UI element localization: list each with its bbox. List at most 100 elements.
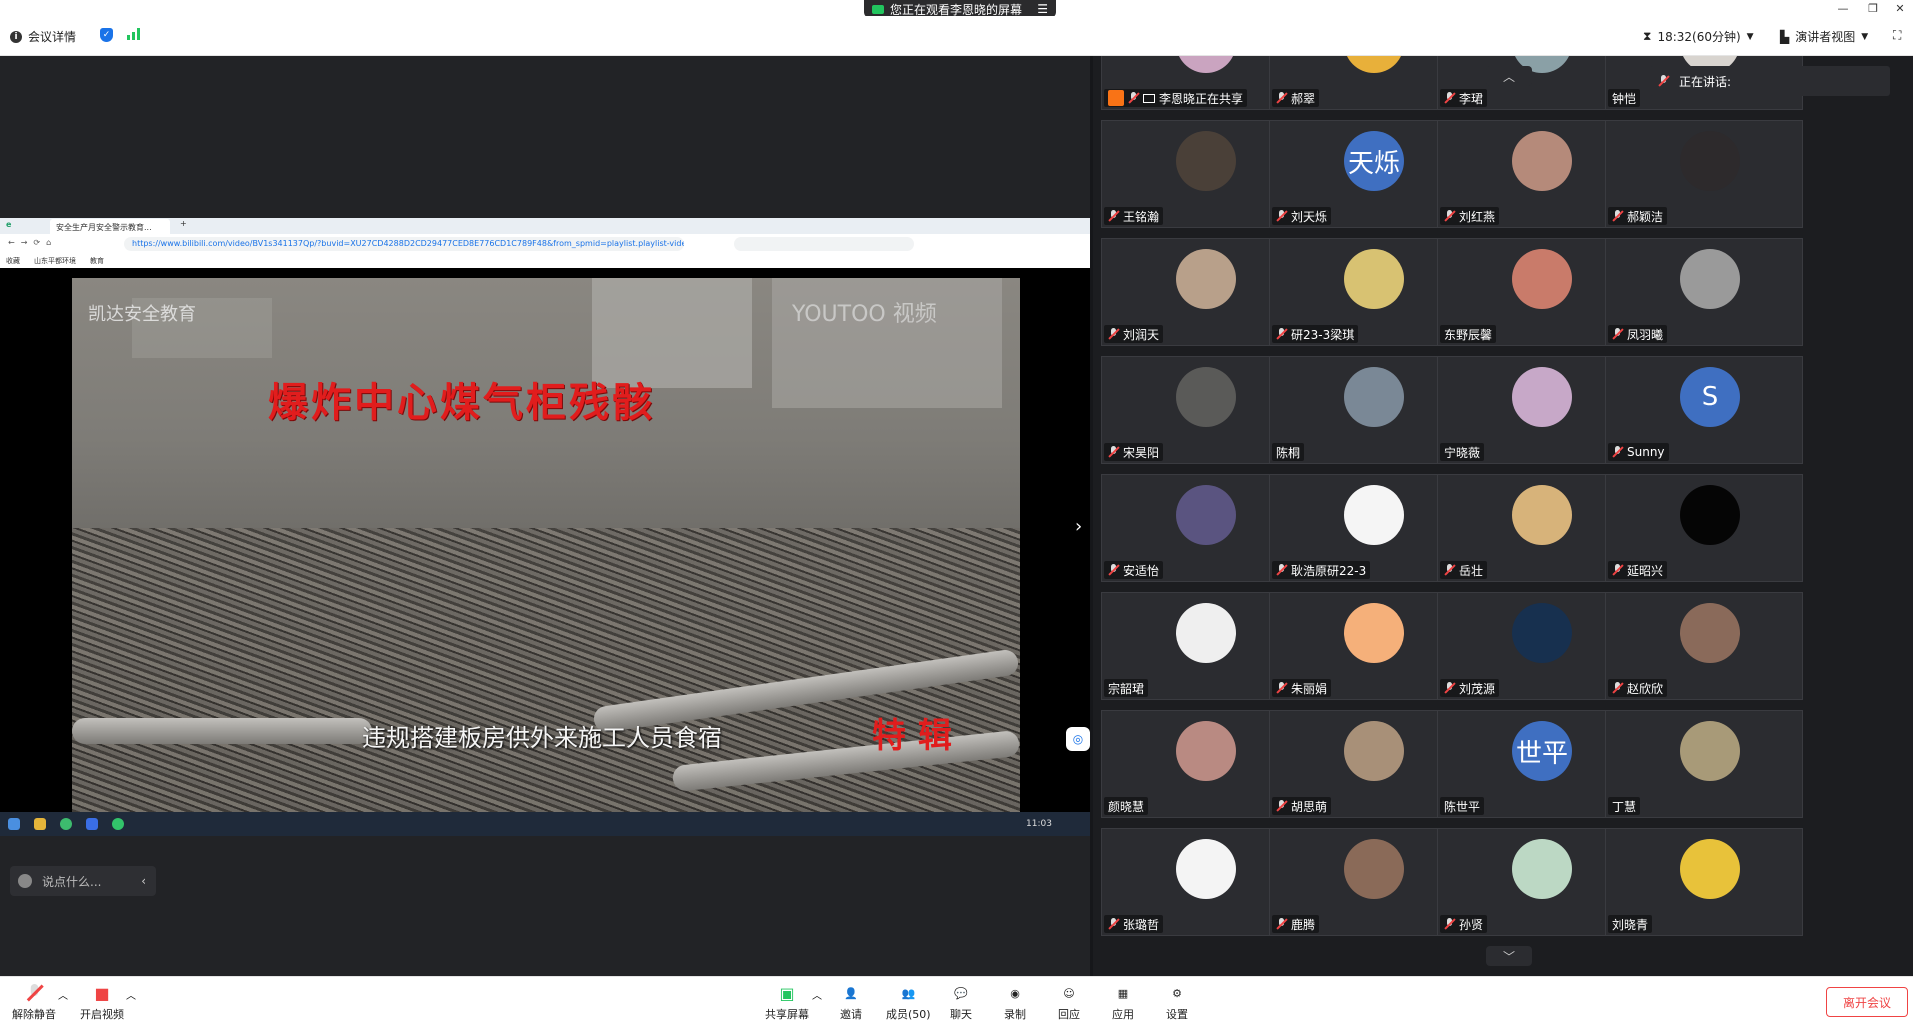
taskbar-clock: 11:03 <box>1026 819 1052 829</box>
members-button[interactable]: 👥 成员(50) <box>886 983 931 1022</box>
settings-button[interactable]: ⚙ 设置 <box>1166 983 1188 1022</box>
avatar <box>1344 839 1404 899</box>
browser-search-field[interactable] <box>734 237 914 251</box>
chevron-left-icon[interactable]: ‹ <box>141 874 146 888</box>
participant-tile[interactable]: 赵欣欣 <box>1605 592 1803 700</box>
members-icon: 👥 <box>901 986 916 1000</box>
video-watermark-2: YOUTOO 视频 <box>792 302 937 327</box>
participant-name: 胡思萌 <box>1291 799 1328 814</box>
close-icon[interactable]: ✕ <box>1887 0 1913 16</box>
unmute-button[interactable]: 解除静音 <box>12 983 56 1022</box>
share-screen-label: 共享屏幕 <box>765 1008 809 1021</box>
participant-name-tag: 刘红燕 <box>1440 207 1500 225</box>
participant-name-tag: 钟恺 <box>1608 89 1641 107</box>
record-button[interactable]: ◉ 录制 <box>1004 983 1026 1022</box>
new-tab-icon[interactable]: + <box>180 219 187 228</box>
browser-tab[interactable]: 安全生产月安全警示教育... <box>50 219 170 234</box>
nav-icons[interactable]: ←→⟳⌂ <box>8 238 57 247</box>
mic-muted-icon <box>1658 75 1669 87</box>
chevron-down-icon: ▼ <box>1746 31 1754 42</box>
browser-url[interactable]: https://www.bilibili.com/video/BV1s34113… <box>124 237 684 251</box>
scroll-down-button[interactable]: ﹀ <box>1486 946 1532 966</box>
participant-name: 钟恺 <box>1612 91 1637 106</box>
participant-tile[interactable]: 延昭兴 <box>1605 474 1803 582</box>
chat-button[interactable]: 💬 聊天 <box>950 983 972 1022</box>
participant-name-tag: 陈桐 <box>1272 443 1305 461</box>
participant-name-tag: 安适怡 <box>1104 561 1164 579</box>
browser-tab-strip: e 安全生产月安全警示教育... + <box>0 218 1090 234</box>
share-screen-button[interactable]: ▣ 共享屏幕 <box>765 983 809 1022</box>
meeting-info-button[interactable]: i 会议详情 <box>10 28 76 45</box>
mic-muted-icon <box>1108 564 1119 576</box>
participant-name: 陈桐 <box>1276 445 1301 460</box>
start-video-button[interactable]: ■ 开启视频 <box>80 983 124 1022</box>
chevron-up-icon[interactable]: ︿ <box>58 987 68 1002</box>
bookmark-item[interactable]: 收藏 <box>6 256 20 266</box>
mic-muted-icon <box>1276 564 1287 576</box>
mic-muted-icon <box>1444 210 1455 222</box>
bookmark-item[interactable]: 山东平都环境 <box>34 256 76 266</box>
unmute-label: 解除静音 <box>12 1008 56 1021</box>
participant-name-tag: 宗韶珺 <box>1104 679 1149 697</box>
participant-name-tag: 刘茂源 <box>1440 679 1500 697</box>
chat-label: 聊天 <box>950 1008 972 1021</box>
mic-muted-icon <box>1612 210 1623 222</box>
menu-icon[interactable]: ☰ <box>1037 2 1048 16</box>
avatar <box>1344 721 1404 781</box>
security-button[interactable]: ✓ <box>100 28 113 42</box>
avatar <box>1344 603 1404 663</box>
chevron-up-icon[interactable]: ︿ <box>812 987 822 1002</box>
mic-muted-icon <box>1444 564 1455 576</box>
mic-muted-icon <box>1128 92 1139 104</box>
apps-button[interactable]: ▦ 应用 <box>1112 983 1134 1022</box>
participant-name: 赵欣欣 <box>1627 681 1664 696</box>
mic-muted-icon <box>23 983 45 1003</box>
network-status-button[interactable] <box>127 28 140 40</box>
participant-name: 刘茂源 <box>1459 681 1496 696</box>
avatar <box>1176 603 1236 663</box>
shield-icon: ✓ <box>100 28 113 42</box>
participant-name: 凤羽曦 <box>1627 327 1664 342</box>
video-watermark: 凯达安全教育 <box>88 304 196 325</box>
participant-tile[interactable]: 丁慧 <box>1605 710 1803 818</box>
invite-button[interactable]: 👤 邀请 <box>840 983 862 1022</box>
timer-button[interactable]: ⧗ 18:32(60分钟) ▼ <box>1643 28 1754 45</box>
mic-muted-icon <box>1276 210 1287 222</box>
chevron-right-icon[interactable]: › <box>1075 516 1082 537</box>
participant-tile[interactable]: S Sunny <box>1605 356 1803 464</box>
participant-name: 张璐哲 <box>1123 917 1160 932</box>
shared-screen[interactable]: e 安全生产月安全警示教育... + ←→⟳⌂ https://www.bili… <box>0 218 1090 836</box>
participant-tile[interactable]: 凤羽曦 <box>1605 238 1803 346</box>
video-frame[interactable]: 凯达安全教育 YOUTOO 视频 爆炸中心煤气柜残骸 违规搭建板房供外来施工人员… <box>72 278 1020 812</box>
leave-meeting-button[interactable]: 离开会议 <box>1826 987 1908 1017</box>
mic-muted-icon <box>1108 918 1119 930</box>
hourglass-icon: ⧗ <box>1643 29 1652 43</box>
avatar <box>1512 839 1572 899</box>
participant-name-tag: 张璐哲 <box>1104 915 1164 933</box>
participant-name-tag: 孙贤 <box>1440 915 1488 933</box>
minimize-icon[interactable]: — <box>1830 0 1856 16</box>
participant-name-tag: 郝颖洁 <box>1608 207 1668 225</box>
participant-tile[interactable]: 郝颖洁 <box>1605 120 1803 228</box>
chat-input[interactable]: 说点什么... ‹ <box>10 866 156 896</box>
fullscreen-button[interactable]: ⛶ <box>1893 28 1901 43</box>
smile-icon[interactable] <box>18 874 32 888</box>
view-mode-button[interactable]: ▙ 演讲者视图 ▼ <box>1780 28 1868 45</box>
screen-share-icon <box>1143 93 1155 103</box>
avatar <box>1512 131 1572 191</box>
translate-icon[interactable]: ◎ <box>1066 727 1090 751</box>
participant-name-tag: 岳壮 <box>1440 561 1488 579</box>
participant-name: 宋昊阳 <box>1123 445 1160 460</box>
chevron-up-icon[interactable]: ︿ <box>126 987 136 1002</box>
participant-name-tag: 东野辰馨 <box>1440 325 1497 343</box>
apps-label: 应用 <box>1112 1008 1134 1021</box>
participant-tile[interactable]: 刘晓青 <box>1605 828 1803 936</box>
participant-name: 郝翠 <box>1291 91 1316 106</box>
reaction-button[interactable]: ☺ 回应 <box>1058 983 1080 1022</box>
bookmark-item[interactable]: 教育 <box>90 256 104 266</box>
meeting-toolbar: i 会议详情 ✓ ⧗ 18:32(60分钟) ▼ ▙ 演讲者视图 ▼ ⛶ <box>0 16 1913 56</box>
restore-icon[interactable]: ❐ <box>1860 0 1886 16</box>
participant-name-tag: 耿浩原研22-3 <box>1272 561 1371 579</box>
avatar <box>1344 367 1404 427</box>
scroll-up-button[interactable]: ︿ <box>1486 66 1532 86</box>
